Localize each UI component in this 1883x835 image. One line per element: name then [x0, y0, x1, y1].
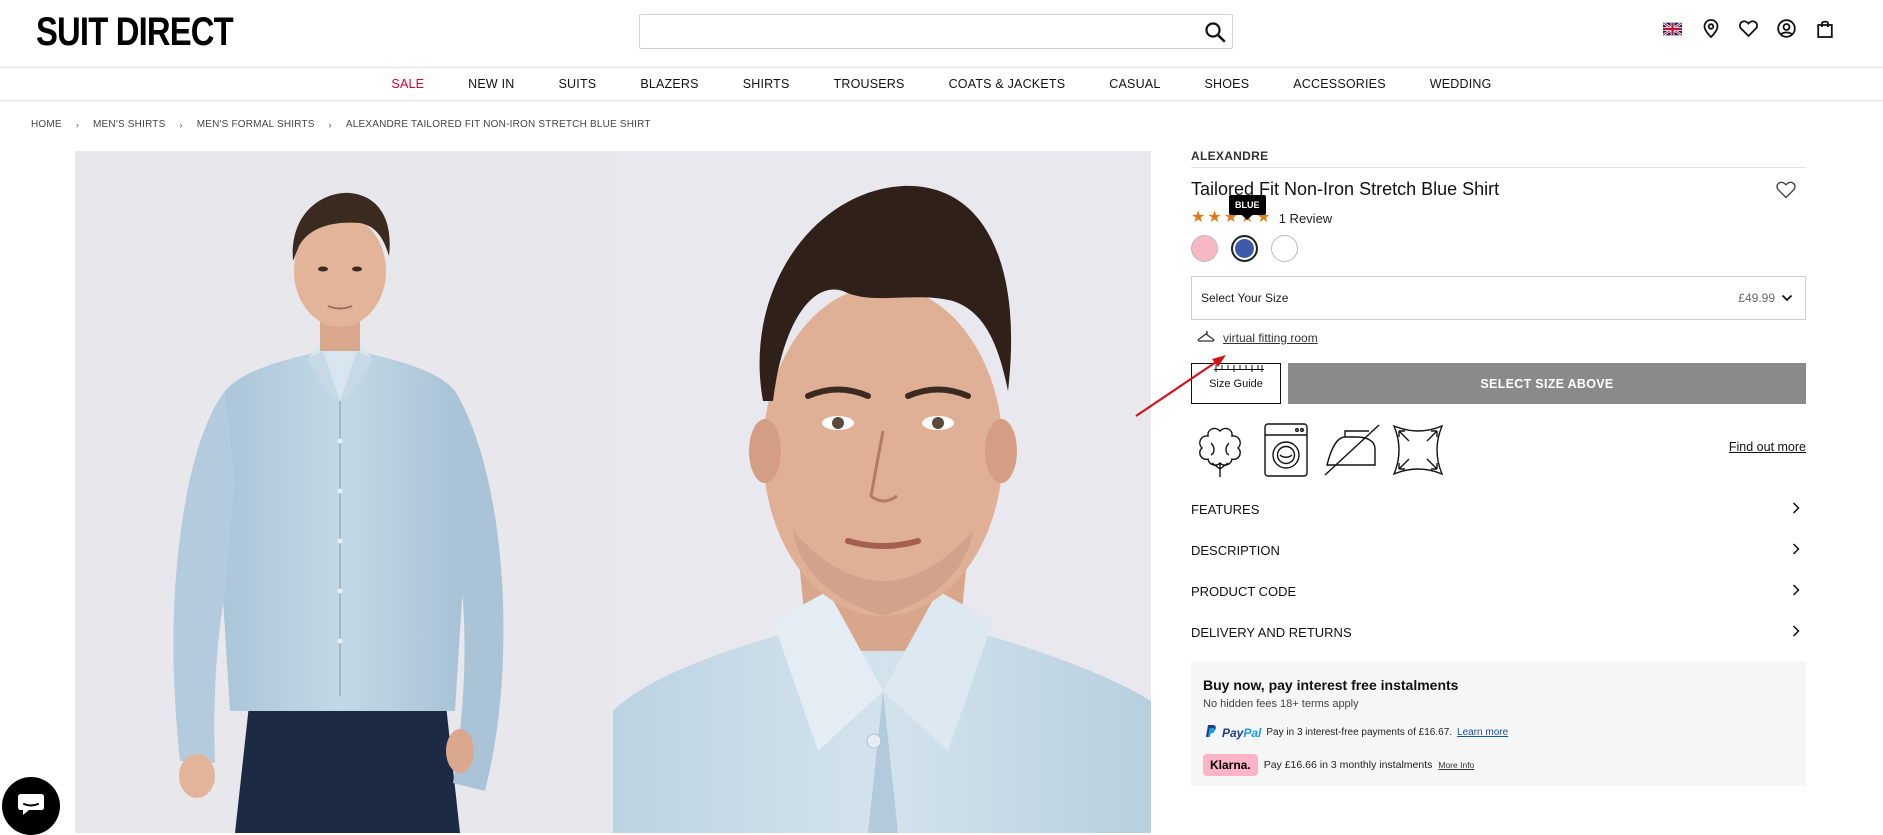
breadcrumb: HOME › MEN'S SHIRTS › MEN'S FORMAL SHIRT…	[31, 119, 651, 130]
klarna-logo: Klarna.	[1203, 754, 1258, 776]
site-logo[interactable]: SUIT DIRECT	[36, 12, 234, 52]
purchase-buttons: Size Guide SELECT SIZE ABOVE	[1191, 363, 1806, 404]
nav-item-accessories[interactable]: ACCESSORIES	[1271, 77, 1408, 91]
nav-item-suits[interactable]: SUITS	[537, 77, 619, 91]
ruler-icon	[1214, 363, 1264, 372]
chevron-right-icon	[1792, 502, 1800, 517]
iron-icon	[1323, 421, 1381, 479]
rating-row: ★ ★ ★ ★ ★ 1 Review BLUE	[1191, 195, 1806, 227]
nav-item-casual[interactable]: CASUAL	[1087, 77, 1182, 91]
select-size-above-button[interactable]: SELECT SIZE ABOVE	[1288, 363, 1806, 404]
chevron-right-icon	[1792, 584, 1800, 599]
product-image-full-body[interactable]	[75, 151, 613, 833]
paypal-row: PayPal Pay in 3 interest-free payments o…	[1203, 724, 1794, 741]
cotton-icon	[1191, 421, 1249, 479]
breadcrumb-current: ALEXANDRE TAILORED FIT NON-IRON STRETCH …	[345, 119, 651, 130]
swatch-blue[interactable]	[1231, 235, 1258, 262]
product-info: ALEXANDRE Tailored Fit Non-Iron Stretch …	[1191, 149, 1806, 786]
product-image-closeup[interactable]	[613, 151, 1151, 833]
breadcrumb-mens-shirts[interactable]: MEN'S SHIRTS	[93, 119, 165, 130]
accordion-product-code[interactable]: PRODUCT CODE	[1191, 571, 1806, 612]
care-icons-row: Find out more	[1191, 421, 1806, 479]
nav-item-new-in[interactable]: NEW IN	[446, 77, 536, 91]
star-icon: ★	[1191, 209, 1206, 226]
accordion-features[interactable]: FEATURES	[1191, 489, 1806, 530]
accordion-label: DESCRIPTION	[1191, 543, 1280, 558]
product-brand[interactable]: ALEXANDRE	[1191, 149, 1806, 168]
uk-flag-icon[interactable]	[1663, 19, 1682, 38]
account-icon[interactable]	[1777, 19, 1796, 38]
swatch-pink[interactable]	[1191, 235, 1218, 262]
nav-item-shoes[interactable]: SHOES	[1182, 77, 1271, 91]
nav-item-wedding[interactable]: WEDDING	[1408, 77, 1514, 91]
paypal-text: Pay in 3 interest-free payments of £16.6…	[1266, 727, 1453, 738]
product-title: Tailored Fit Non-Iron Stretch Blue Shirt	[1191, 179, 1500, 199]
paypal-logo-pal: Pal	[1243, 725, 1262, 740]
accordion-label: PRODUCT CODE	[1191, 584, 1297, 599]
swatch-white[interactable]	[1271, 235, 1298, 262]
chevron-right-icon	[1792, 543, 1800, 558]
size-guide-label: Size Guide	[1209, 377, 1263, 390]
size-guide-button[interactable]: Size Guide	[1191, 363, 1281, 404]
search-input[interactable]	[640, 15, 1232, 48]
payment-subtitle: No hidden fees 18+ terms apply	[1203, 698, 1359, 710]
breadcrumb-mens-formal-shirts[interactable]: MEN'S FORMAL SHIRTS	[197, 119, 315, 130]
color-swatches	[1191, 235, 1806, 262]
paypal-logo: PayPal	[1222, 726, 1261, 740]
location-icon[interactable]	[1701, 19, 1720, 38]
find-out-more-link[interactable]: Find out more	[1729, 440, 1806, 454]
breadcrumb-separator: ›	[75, 119, 80, 130]
site-header: SUIT DIRECT	[0, 0, 1883, 68]
search-icon[interactable]	[1204, 21, 1226, 43]
payment-options-box: Buy now, pay interest free instalments N…	[1191, 661, 1806, 786]
size-select-label: Select Your Size	[1201, 291, 1289, 305]
nav-item-trousers[interactable]: TROUSERS	[812, 77, 927, 91]
accordion-description[interactable]: DESCRIPTION	[1191, 530, 1806, 571]
nav-item-shirts[interactable]: SHIRTS	[721, 77, 812, 91]
nav-list: SALE NEW IN SUITS BLAZERS SHIRTS TROUSER…	[369, 77, 1513, 91]
paypal-learn-more-link[interactable]: Learn more	[1457, 727, 1508, 738]
accordion-label: FEATURES	[1191, 502, 1260, 517]
chat-icon	[17, 792, 45, 821]
klarna-more-info-link[interactable]: More Info	[1438, 760, 1474, 770]
nav-item-coats-jackets[interactable]: COATS & JACKETS	[927, 77, 1088, 91]
size-select-dropdown[interactable]: Select Your Size £49.99	[1191, 276, 1806, 320]
breadcrumb-separator: ›	[328, 119, 332, 130]
breadcrumb-home[interactable]: HOME	[31, 119, 62, 130]
nav-item-blazers[interactable]: BLAZERS	[618, 77, 720, 91]
virtual-fitting-room-link[interactable]: virtual fitting room	[1191, 330, 1806, 345]
machine-wash-icon	[1257, 421, 1315, 479]
accordion-delivery-returns[interactable]: DELIVERY AND RETURNS	[1191, 612, 1806, 653]
nav-item-sale[interactable]: SALE	[369, 77, 446, 91]
color-tooltip: BLUE	[1229, 195, 1266, 220]
size-select-price-wrap: £49.99	[1738, 291, 1793, 305]
accordion-label: DELIVERY AND RETURNS	[1191, 625, 1352, 640]
star-icon: ★	[1207, 209, 1222, 226]
product-accordion: FEATURES DESCRIPTION PRODUCT CODE DELIVE…	[1191, 489, 1806, 653]
breadcrumb-separator: ›	[179, 119, 183, 130]
hanger-icon	[1197, 330, 1215, 345]
product-gallery	[75, 151, 1151, 833]
paypal-logo-pay: Pay	[1222, 725, 1244, 740]
wishlist-heart-icon[interactable]	[1776, 181, 1796, 201]
stretch-icon	[1389, 421, 1447, 479]
search-bar[interactable]	[639, 14, 1233, 49]
header-icons	[1663, 19, 1834, 38]
virtual-fitting-room-label: virtual fitting room	[1223, 330, 1318, 345]
bag-icon[interactable]	[1815, 19, 1834, 38]
payment-title: Buy now, pay interest free instalments	[1203, 677, 1459, 693]
review-count-link[interactable]: 1 Review	[1279, 211, 1332, 226]
title-row: Tailored Fit Non-Iron Stretch Blue Shirt	[1191, 179, 1806, 200]
main-nav: SALE NEW IN SUITS BLAZERS SHIRTS TROUSER…	[0, 68, 1883, 101]
chat-button[interactable]	[2, 777, 60, 835]
chevron-down-icon	[1781, 291, 1793, 305]
paypal-logo-icon	[1203, 724, 1217, 741]
wishlist-heart-icon[interactable]	[1739, 19, 1758, 38]
product-price: £49.99	[1738, 291, 1775, 305]
klarna-row: Klarna. Pay £16.66 in 3 monthly instalme…	[1203, 754, 1794, 776]
chevron-right-icon	[1792, 625, 1800, 640]
klarna-text: Pay £16.66 in 3 monthly instalments	[1263, 759, 1433, 771]
